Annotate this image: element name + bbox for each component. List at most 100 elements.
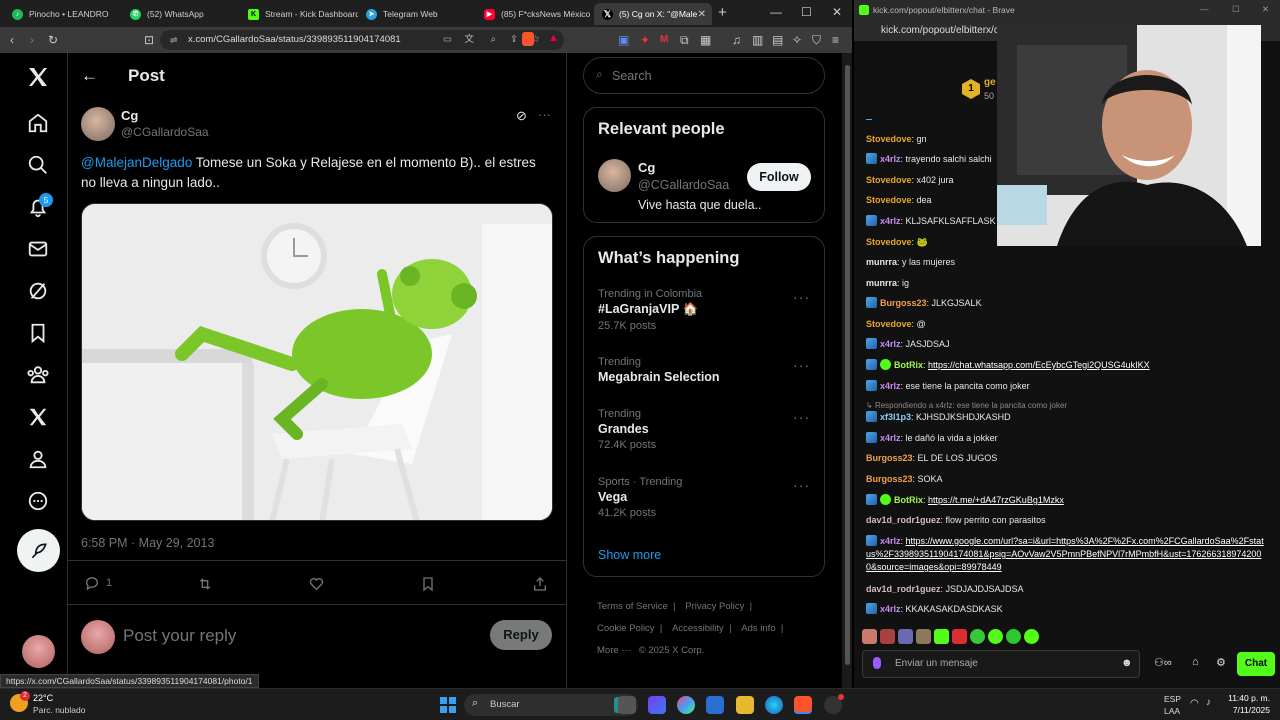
premium-x-icon[interactable] bbox=[24, 403, 52, 431]
search-input[interactable]: Search bbox=[612, 69, 652, 83]
trend-item[interactable]: Trending Grandes 72.4K posts bbox=[598, 408, 812, 451]
chat-username[interactable]: munrra bbox=[866, 257, 897, 267]
chat-username[interactable]: Burgoss23 bbox=[880, 298, 927, 308]
minimize-button[interactable]: — bbox=[770, 5, 782, 19]
x-logo-icon[interactable] bbox=[24, 63, 52, 91]
notifications-icon[interactable]: 5 bbox=[24, 193, 53, 221]
cast-icon[interactable]: ▭ bbox=[443, 30, 452, 50]
terms-link[interactable]: Terms of Service bbox=[597, 601, 668, 612]
close-window-button[interactable]: ✕ bbox=[832, 5, 842, 19]
close-window-button[interactable]: ✕ bbox=[1262, 4, 1269, 15]
microsoft-store-icon[interactable] bbox=[706, 696, 724, 714]
maximize-button[interactable]: ☐ bbox=[801, 5, 812, 19]
relevant-person-name[interactable]: Cg bbox=[638, 160, 655, 175]
compose-post-button[interactable] bbox=[17, 529, 60, 572]
chat-username[interactable]: BotRix bbox=[894, 360, 923, 370]
volume-icon[interactable]: ♪ bbox=[1206, 697, 1211, 708]
edge-icon[interactable] bbox=[765, 696, 783, 714]
emote-icon[interactable] bbox=[1024, 629, 1039, 644]
trend-item[interactable]: Trending Megabrain Selection bbox=[598, 356, 812, 384]
chat-username[interactable]: x4rlz bbox=[880, 536, 901, 546]
store-icon[interactable]: ⌂ bbox=[1192, 656, 1199, 668]
relevant-person-avatar[interactable] bbox=[598, 159, 631, 192]
chat-username[interactable]: Stovedove bbox=[866, 134, 912, 144]
emote-icon[interactable] bbox=[898, 629, 913, 644]
brave-shields-icon[interactable] bbox=[522, 32, 534, 46]
follow-button[interactable]: Follow bbox=[747, 163, 811, 191]
chat-username[interactable]: Stovedove bbox=[866, 319, 912, 329]
extension-translate-icon[interactable]: ▣ bbox=[618, 33, 629, 47]
author-name[interactable]: Cg bbox=[121, 108, 138, 123]
tab-telegram[interactable]: ➤ Telegram Web bbox=[358, 3, 476, 25]
bookmarks-icon[interactable] bbox=[24, 319, 52, 347]
author-avatar[interactable] bbox=[81, 107, 115, 141]
file-explorer-icon[interactable] bbox=[736, 696, 754, 714]
relevant-person-handle[interactable]: @CGallardoSaa bbox=[638, 178, 729, 192]
trend-item[interactable]: Sports · Trending Vega 41.2K posts bbox=[598, 476, 812, 519]
chat-username[interactable]: Burgoss23 bbox=[866, 474, 913, 484]
chat-username[interactable]: xf3l1p3 bbox=[880, 412, 911, 422]
emote-icon[interactable] bbox=[916, 629, 931, 644]
emote-icon[interactable] bbox=[1006, 629, 1021, 644]
windows-start-icon[interactable] bbox=[440, 697, 456, 713]
account-avatar[interactable] bbox=[22, 635, 55, 668]
clock-time[interactable]: 11:40 p. m. bbox=[1222, 693, 1270, 703]
zoom-icon[interactable]: ⌕ bbox=[491, 30, 496, 50]
trend-item[interactable]: Trending in Colombia #LaGranjaVIP 🏠 25.7… bbox=[598, 288, 812, 332]
chat-username[interactable]: Burgoss23 bbox=[866, 453, 913, 463]
repost-icon[interactable] bbox=[196, 576, 214, 592]
chat-username[interactable]: dav1d_rodr1guez bbox=[866, 584, 941, 594]
trend-more-icon[interactable]: ··· bbox=[793, 357, 810, 373]
chat-username[interactable]: x4rlz bbox=[880, 604, 901, 614]
emote-icon[interactable] bbox=[862, 629, 877, 644]
emote-icon[interactable] bbox=[952, 629, 967, 644]
task-view-icon[interactable] bbox=[618, 696, 636, 714]
chat-username[interactable]: BotRix bbox=[894, 495, 923, 505]
reply-action[interactable]: 1 bbox=[84, 575, 112, 591]
more-link[interactable]: More ··· bbox=[597, 645, 631, 656]
tab-youtube[interactable]: ▶ (85) F*cksNews México bbox=[476, 3, 594, 25]
wifi-icon[interactable]: ◠ bbox=[1190, 698, 1199, 709]
screenshot-icon[interactable]: ▦ bbox=[700, 33, 711, 47]
wallet-icon[interactable]: ▤ bbox=[772, 33, 783, 47]
brave-icon[interactable] bbox=[794, 696, 812, 714]
explore-search-icon[interactable] bbox=[24, 151, 52, 179]
translate-icon[interactable]: 文 bbox=[464, 30, 474, 50]
trend-more-icon[interactable]: ··· bbox=[793, 289, 810, 305]
tab-whatsapp[interactable]: ✆ (52) WhatsApp bbox=[122, 3, 240, 25]
chat-username[interactable]: munrra bbox=[866, 278, 897, 288]
post-image[interactable] bbox=[81, 203, 553, 521]
grok-icon[interactable] bbox=[24, 277, 52, 305]
new-tab-button[interactable]: + bbox=[718, 4, 727, 21]
clock-date[interactable]: 7/11/2025 bbox=[1222, 705, 1270, 715]
tab-kick-dashboard[interactable]: K Stream - Kick Dashboard bbox=[240, 3, 358, 25]
accessibility-link[interactable]: Accessibility bbox=[672, 623, 724, 634]
show-more-link[interactable]: Show more bbox=[598, 548, 661, 562]
emote-icon[interactable] bbox=[970, 629, 985, 644]
menu-icon[interactable]: ≡ bbox=[832, 33, 839, 47]
settings-gear-icon[interactable]: ⚙ bbox=[1216, 656, 1226, 669]
trend-more-icon[interactable]: ··· bbox=[793, 477, 810, 493]
chat-username[interactable]: x4rlz bbox=[880, 433, 901, 443]
chat-username[interactable]: x4rlz bbox=[880, 339, 901, 349]
chat-username[interactable]: x4rlz bbox=[880, 216, 901, 226]
home-icon[interactable] bbox=[24, 109, 52, 137]
emote-icon[interactable] bbox=[934, 629, 949, 644]
reply-button[interactable]: Reply bbox=[490, 620, 552, 650]
like-icon[interactable] bbox=[308, 576, 325, 592]
emoji-icon[interactable]: ☻ bbox=[1121, 657, 1133, 669]
emote-icon[interactable] bbox=[988, 629, 1003, 644]
emote-icon[interactable] bbox=[880, 629, 895, 644]
reload-icon[interactable]: ↻ bbox=[48, 33, 58, 47]
forward-icon[interactable]: › bbox=[30, 33, 34, 47]
chat-input-box[interactable]: Enviar un mensaje ☻ bbox=[862, 650, 1140, 678]
chat-username[interactable]: Stovedove bbox=[866, 195, 912, 205]
taskbar-search-input[interactable]: Buscar bbox=[490, 699, 520, 710]
snipping-tool-icon[interactable] bbox=[648, 696, 666, 714]
share-icon[interactable] bbox=[532, 576, 548, 592]
send-chat-button[interactable]: Chat bbox=[1237, 652, 1275, 676]
microphone-icon[interactable] bbox=[873, 657, 881, 669]
grok-explain-icon[interactable]: ⊘ bbox=[516, 108, 527, 124]
post-timestamp[interactable]: 6:58 PM · May 29, 2013 bbox=[81, 536, 214, 550]
vpn-icon[interactable]: ⛉ bbox=[812, 33, 821, 47]
